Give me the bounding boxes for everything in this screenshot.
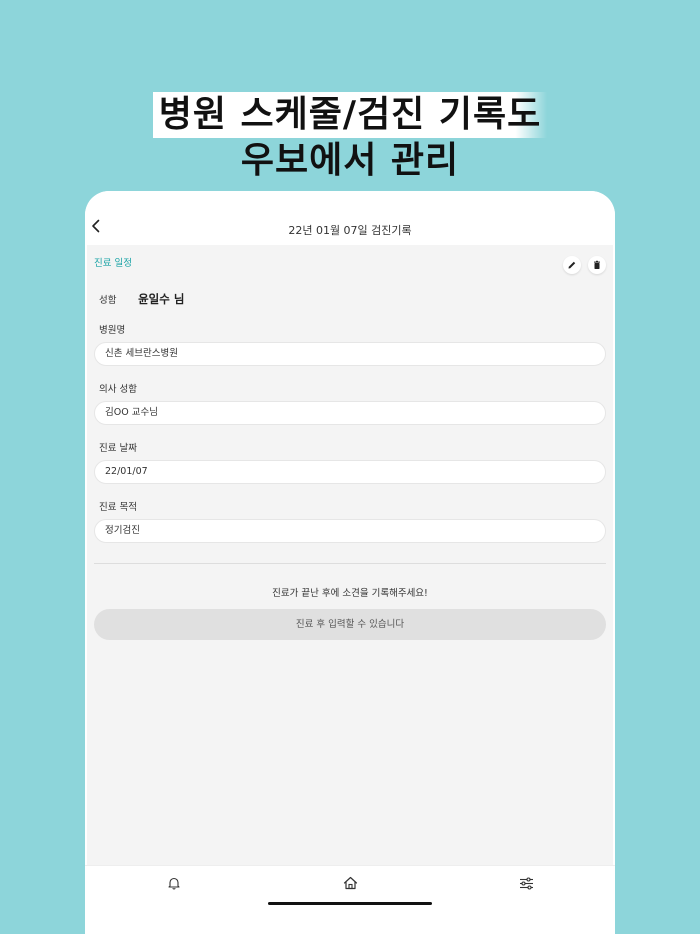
home-indicator bbox=[268, 902, 432, 905]
purpose-field[interactable]: 정기검진 bbox=[94, 519, 606, 543]
page-title: 22년 01월 07일 검진기록 bbox=[288, 224, 412, 237]
section-label: 진료 일정 bbox=[94, 258, 132, 269]
home-icon bbox=[343, 876, 357, 890]
purpose-label: 진료 목적 bbox=[99, 502, 137, 513]
hospital-field[interactable]: 신촌 세브란스병원 bbox=[94, 342, 606, 366]
tab-bar bbox=[85, 865, 615, 934]
pencil-icon bbox=[568, 261, 576, 269]
tab-home[interactable] bbox=[341, 874, 359, 892]
name-value: 윤일수 님 bbox=[138, 292, 185, 306]
sliders-icon bbox=[519, 876, 533, 890]
notice-text: 진료가 끝난 후에 소견을 기록해주세요! bbox=[272, 588, 428, 599]
delete-button[interactable] bbox=[588, 256, 606, 274]
patient-name-row: 성함 윤일수 님 bbox=[99, 288, 184, 307]
tab-alarm[interactable] bbox=[165, 874, 183, 892]
hospital-label: 병원명 bbox=[99, 325, 126, 336]
headline-line-1: 병원 스케줄/검진 기록도 bbox=[152, 92, 548, 138]
doctor-field[interactable]: 김OO 교수님 bbox=[94, 401, 606, 425]
date-label: 진료 날짜 bbox=[99, 443, 137, 454]
headline-line-2: 우보에서 관리 bbox=[240, 140, 460, 181]
trash-icon bbox=[594, 260, 600, 269]
edit-button[interactable] bbox=[563, 256, 581, 274]
doctor-label: 의사 성함 bbox=[99, 384, 137, 395]
name-label: 성함 bbox=[99, 295, 117, 306]
bell-icon bbox=[168, 877, 180, 890]
tab-settings[interactable] bbox=[517, 874, 535, 892]
top-bar: 22년 01월 07일 검진기록 bbox=[85, 191, 615, 245]
date-field[interactable]: 22/01/07 bbox=[94, 460, 606, 484]
record-opinion-button[interactable]: 진료 후 입력할 수 있습니다 bbox=[94, 609, 606, 640]
record-detail: 진료 일정 성함 윤일수 님 병원명 신촌 세브란스병원 의사 성함 김OO 교… bbox=[87, 245, 613, 865]
promo-headline: 병원 스케줄/검진 기록도 우보에서 관리 bbox=[0, 92, 700, 184]
divider bbox=[94, 563, 606, 564]
app-screen: 22년 01월 07일 검진기록 진료 일정 성함 윤일수 님 병원명 신촌 세… bbox=[85, 191, 615, 934]
